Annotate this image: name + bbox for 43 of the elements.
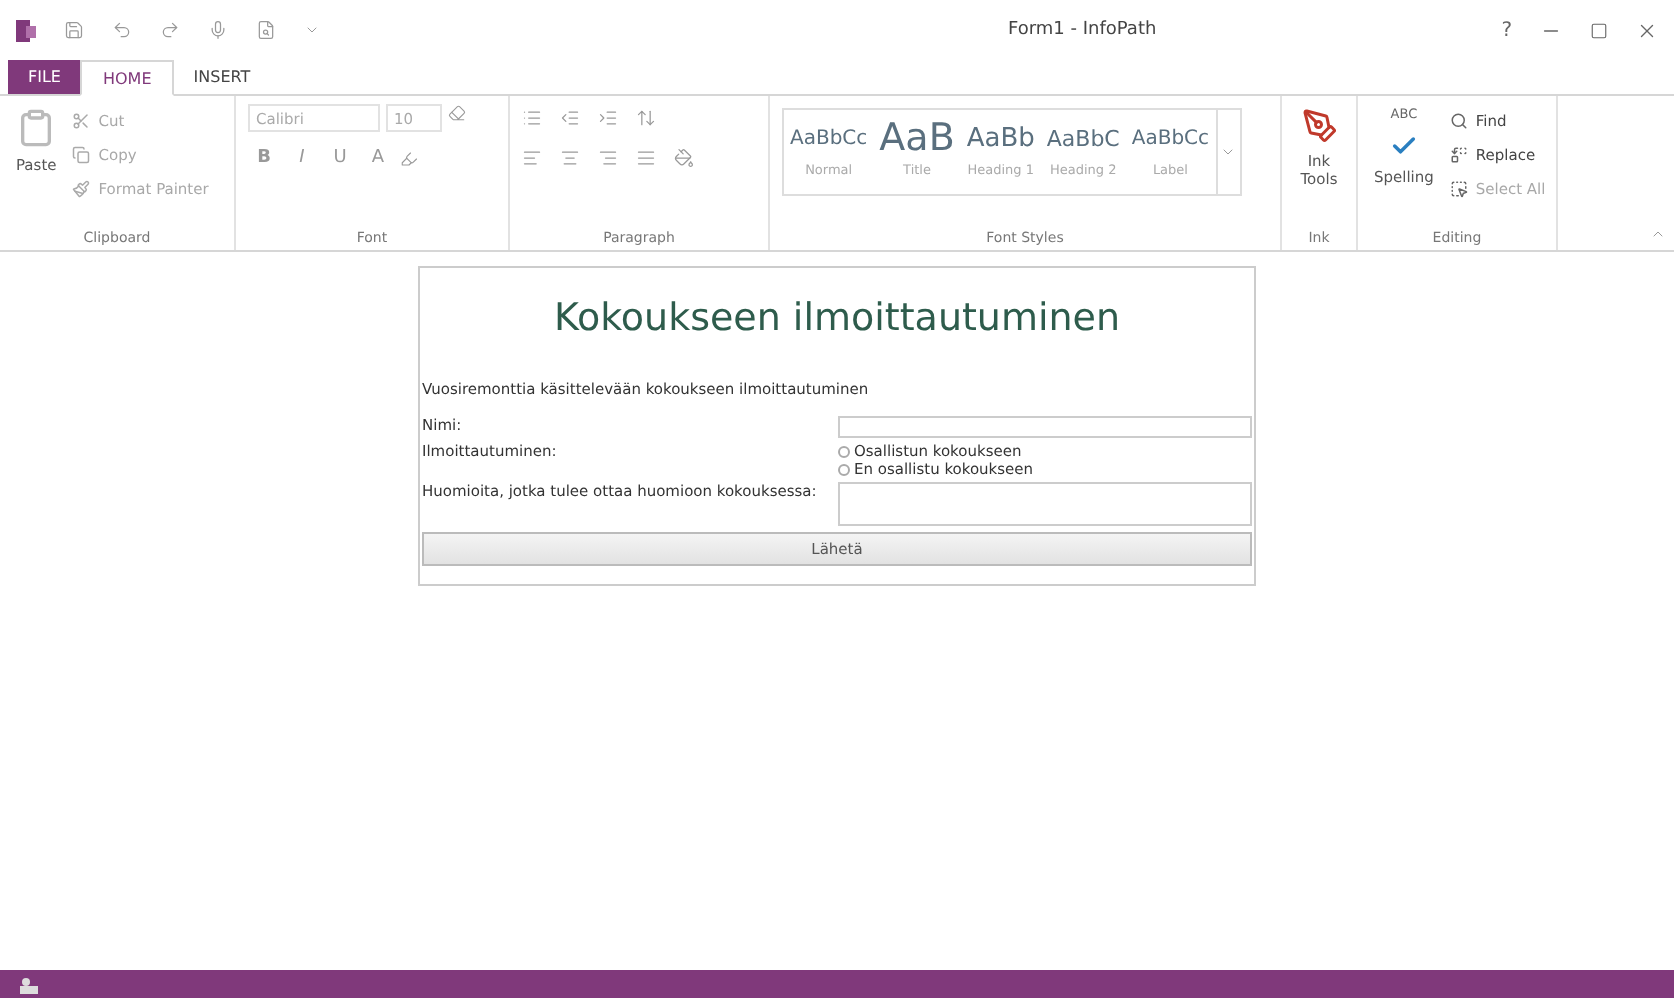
app-logo-icon — [16, 19, 36, 41]
form-title: Kokoukseen ilmoittautuminen — [551, 296, 1123, 340]
replace-icon — [1449, 146, 1468, 164]
restore-icon[interactable] — [1590, 21, 1608, 39]
input-field[interactable] — [838, 416, 1252, 438]
highlight-icon[interactable] — [400, 149, 418, 167]
font-format-button[interactable]: B — [248, 148, 280, 168]
font-format-button[interactable]: U — [324, 148, 356, 168]
scissors-icon — [72, 112, 91, 130]
save-icon[interactable] — [64, 20, 84, 40]
shading-icon[interactable] — [674, 148, 694, 168]
window-title: Form1 - InfoPath — [1008, 20, 1157, 40]
users-icon — [20, 975, 38, 993]
microphone-icon[interactable] — [208, 20, 228, 40]
bullets-icon[interactable] — [522, 108, 542, 128]
ribbon-tab[interactable]: FILE — [8, 60, 81, 94]
help-icon[interactable]: ? — [1501, 19, 1512, 41]
line-spacing-icon[interactable] — [636, 108, 656, 128]
clipboard-icon — [16, 108, 57, 148]
more-styles-icon[interactable] — [1220, 144, 1237, 160]
preview-icon[interactable] — [256, 20, 276, 40]
close-icon[interactable] — [1636, 19, 1658, 41]
brush-icon — [72, 180, 91, 198]
redo-icon[interactable] — [160, 20, 180, 40]
justify-icon[interactable] — [636, 148, 656, 168]
align-left-icon[interactable] — [522, 148, 542, 168]
search-icon — [1449, 112, 1468, 130]
input-field[interactable] — [838, 482, 1252, 526]
copy-icon — [72, 146, 91, 164]
ribbon-tab[interactable]: HOME — [80, 60, 174, 96]
clear-format-icon[interactable] — [448, 104, 466, 122]
font-format-button[interactable]: I — [286, 148, 318, 168]
outdent-icon[interactable] — [560, 108, 580, 128]
undo-icon[interactable] — [112, 20, 132, 40]
align-right-icon[interactable] — [598, 148, 618, 168]
collapse-ribbon-icon[interactable] — [1650, 226, 1666, 242]
indent-icon[interactable] — [598, 108, 618, 128]
font-format-button[interactable]: A — [362, 148, 394, 168]
pen-icon — [1301, 108, 1337, 144]
checkmark-icon — [1389, 131, 1418, 160]
customize-icon[interactable] — [304, 22, 320, 38]
align-center-icon[interactable] — [560, 148, 580, 168]
select-icon — [1449, 180, 1468, 198]
